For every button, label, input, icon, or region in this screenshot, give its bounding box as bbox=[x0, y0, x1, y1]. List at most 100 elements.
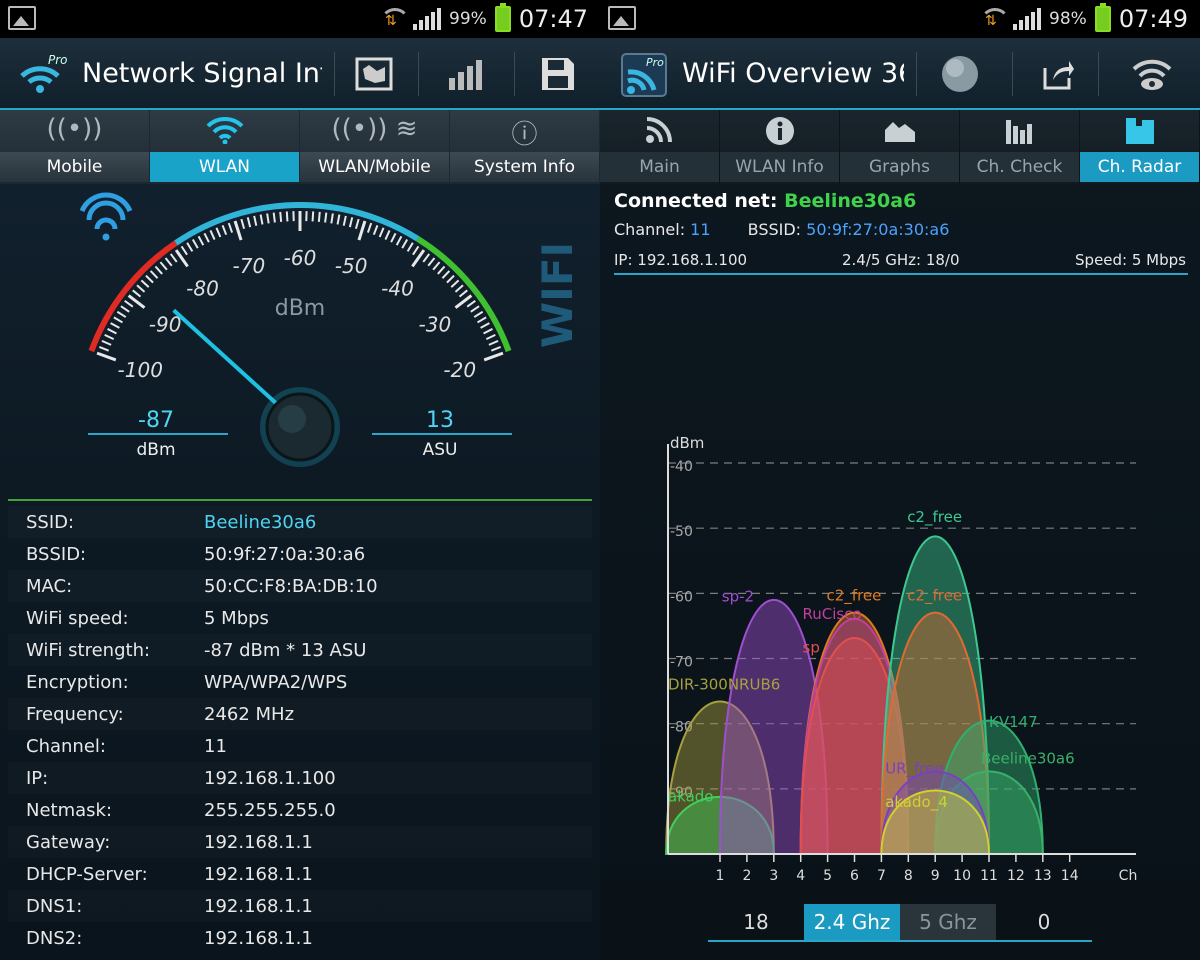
x-tick-label: 9 bbox=[931, 868, 940, 884]
app-logo-wifi-icon: Pro bbox=[621, 53, 667, 97]
y-axis-label: dBm bbox=[670, 434, 704, 452]
asu-value: 13 bbox=[426, 408, 454, 433]
tab-wlan-info[interactable]: WLAN Info bbox=[720, 110, 840, 184]
info-row: BSSID: 50:9f:27:0a:30:a6 bbox=[8, 538, 592, 570]
gauge-tick-label: -100 bbox=[118, 358, 163, 382]
gallery-notification-icon bbox=[8, 6, 36, 30]
wlan-info-list: SSID: Beeline30a6 BSSID: 50:9f:27:0a:30:a6 M… bbox=[8, 506, 592, 954]
channel-bssid-row: Channel: 11 BSSID: 50:9f:27:0a:30:a6 bbox=[614, 220, 1188, 239]
divider bbox=[8, 499, 592, 501]
network-label: KV147 bbox=[989, 713, 1038, 731]
info-value: 192.168.1.1 bbox=[204, 864, 313, 885]
info-value: 50:CC:F8:BA:DB:10 bbox=[204, 576, 378, 597]
tab-bar: Main WLAN Info Graphs Ch. Check Ch. Rada… bbox=[600, 110, 1200, 184]
gallery-notification-icon bbox=[608, 6, 636, 30]
x-tick-label: 10 bbox=[953, 868, 971, 884]
network-signal-info-screen: 99% 07:47 Pro Network Signal Inf ((•)) M… bbox=[0, 0, 600, 960]
radar-icon bbox=[1080, 116, 1199, 153]
info-label: Encryption: bbox=[26, 672, 129, 693]
info-value: 192.168.1.1 bbox=[204, 928, 313, 949]
x-tick-label: 8 bbox=[904, 868, 913, 884]
x-tick-label: 3 bbox=[769, 868, 778, 884]
info-value: 5 Mbps bbox=[204, 608, 269, 629]
tab-main[interactable]: Main bbox=[600, 110, 720, 184]
connected-net: Connected net: Beeline30a6 bbox=[614, 190, 1188, 212]
gauge-tick-label: -60 bbox=[284, 246, 317, 270]
band-24-count: 18 bbox=[743, 910, 769, 934]
battery-percent: 99% bbox=[449, 9, 487, 29]
info-label: Netmask: bbox=[26, 800, 113, 821]
signal-bars-icon[interactable] bbox=[438, 46, 494, 102]
y-tick-label: -50 bbox=[670, 524, 693, 540]
channel-label: Channel: bbox=[614, 220, 686, 239]
map-icon[interactable] bbox=[346, 46, 402, 102]
info-row: Frequency: 2462 MHz bbox=[8, 698, 592, 730]
info-value: WPA/WPA2/WPS bbox=[204, 672, 348, 693]
bssid-value: 50:9f:27:0a:30:a6 bbox=[806, 220, 950, 239]
x-tick-label: 14 bbox=[1061, 868, 1079, 884]
app-bar: Pro Network Signal Inf bbox=[0, 38, 600, 110]
tab-ch-radar[interactable]: Ch. Radar bbox=[1080, 110, 1200, 184]
info-row: Encryption: WPA/WPA2/WPS bbox=[8, 666, 592, 698]
app-bar: Pro WiFi Overview 36 bbox=[600, 38, 1200, 110]
info-value: 2462 MHz bbox=[204, 704, 295, 725]
tab-mobile[interactable]: ((•)) Mobile bbox=[0, 110, 150, 184]
network-label: c2_free bbox=[907, 586, 962, 605]
share-icon[interactable] bbox=[1030, 46, 1086, 102]
battery-icon bbox=[494, 3, 511, 32]
tab-graphs[interactable]: Graphs bbox=[840, 110, 960, 184]
status-bar: 99% 07:47 bbox=[0, 0, 600, 38]
gauge-tick-label: -20 bbox=[443, 358, 476, 382]
x-tick-label: 6 bbox=[850, 868, 859, 884]
info-row: Netmask: 255.255.255.0 bbox=[8, 794, 592, 826]
save-icon[interactable] bbox=[530, 46, 586, 102]
tab-label: WLAN bbox=[150, 152, 299, 182]
info-label: Channel: bbox=[26, 736, 106, 757]
battery-icon bbox=[1094, 3, 1111, 32]
gauge-tick-label: -50 bbox=[335, 254, 368, 278]
dbm-unit: dBm bbox=[136, 440, 175, 460]
tab-wlan[interactable]: WLAN bbox=[150, 110, 300, 184]
x-tick-label: 11 bbox=[980, 868, 998, 884]
bar-graph-icon bbox=[960, 116, 1079, 151]
x-tick-label: 12 bbox=[1007, 868, 1025, 884]
band-24-button[interactable]: 2.4 Ghz bbox=[804, 904, 900, 940]
wifi-icon bbox=[150, 114, 299, 151]
network-label: c2_free bbox=[907, 508, 962, 527]
info-row: Channel: 11 bbox=[8, 730, 592, 762]
tab-wlan-mobile[interactable]: ((•)) ≋ WLAN/Mobile bbox=[300, 110, 450, 184]
antenna-wifi-icon: ((•)) ≋ bbox=[331, 114, 418, 144]
wifi-eye-icon[interactable] bbox=[1124, 46, 1180, 102]
info-label: DHCP-Server: bbox=[26, 864, 148, 885]
connection-summary: Connected net: Beeline30a6 Channel: 11 B… bbox=[614, 190, 1188, 275]
svg-text:Pro: Pro bbox=[646, 56, 664, 69]
tab-ch-check[interactable]: Ch. Check bbox=[960, 110, 1080, 184]
x-tick-label: 13 bbox=[1034, 868, 1052, 884]
network-label: RuCisco bbox=[803, 605, 862, 623]
tab-system-info[interactable]: ⓘ System Info bbox=[450, 110, 600, 184]
info-label: DNS1: bbox=[26, 896, 83, 917]
info-label: Frequency: bbox=[26, 704, 124, 725]
info-label: Gateway: bbox=[26, 832, 111, 853]
channel-value: 11 bbox=[690, 220, 711, 239]
channel-radar-chart: -40-50-60-70-80-90 DIR-300NRUB6akadosp-2… bbox=[665, 434, 1137, 884]
gauge-tick-label: -70 bbox=[233, 254, 266, 278]
signal-gauge: WIFI -100 -90 -80 -70 -60 -50 -40 -30 -20 dBm -8… bbox=[0, 185, 600, 495]
info-icon: ⓘ bbox=[511, 120, 538, 150]
status-bar: 98% 07:49 bbox=[600, 0, 1200, 38]
svg-text:Pro: Pro bbox=[48, 53, 68, 67]
tab-bar: ((•)) Mobile WLAN ((•)) ≋ WLAN/Mobile ⓘ … bbox=[0, 110, 600, 184]
speed-text: Speed: 5 Mbps bbox=[1075, 251, 1186, 269]
app-title: Network Signal Inf bbox=[82, 58, 322, 89]
band-selector-underline bbox=[708, 940, 1092, 942]
band-5-button[interactable]: 5 Ghz bbox=[900, 904, 996, 940]
globe-icon[interactable] bbox=[932, 46, 988, 102]
info-label: BSSID: bbox=[26, 544, 87, 565]
info-label: WiFi strength: bbox=[26, 640, 151, 661]
area-graph-icon bbox=[840, 116, 959, 151]
info-label: SSID: bbox=[26, 512, 75, 533]
asu-unit: ASU bbox=[423, 440, 458, 460]
network-label: sp bbox=[803, 638, 820, 656]
connected-ssid: Beeline30a6 bbox=[784, 190, 917, 212]
ip-band-speed-row: IP: 192.168.1.100 2.4/5 GHz: 18/0 Speed:… bbox=[614, 245, 1188, 275]
